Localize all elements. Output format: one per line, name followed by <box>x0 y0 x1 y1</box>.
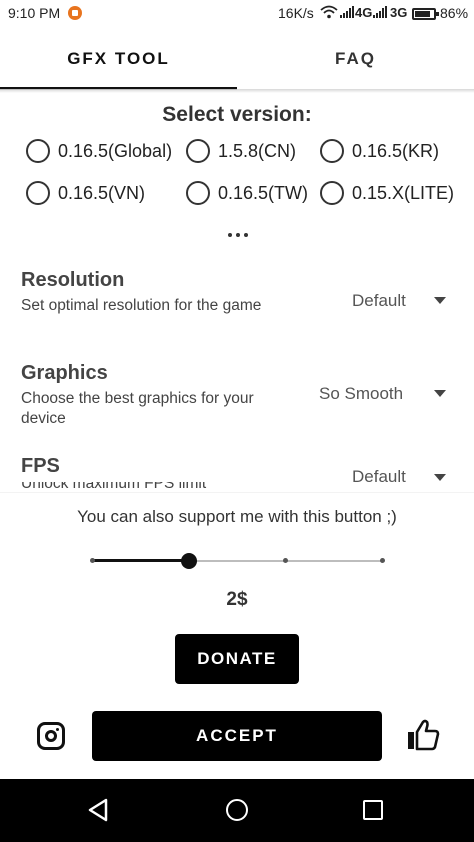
chevron-down-icon[interactable] <box>434 474 446 481</box>
radio-circle-icon <box>26 139 50 163</box>
donation-amount-slider[interactable] <box>89 550 385 572</box>
resolution-description: Set optimal resolution for the game <box>21 297 262 314</box>
graphics-description: Choose the best graphics for your device <box>21 390 254 427</box>
accept-button[interactable]: ACCEPT <box>92 711 382 761</box>
support-text: You can also support me with this button… <box>77 507 397 526</box>
status-bar: 9:10 PM 16K/s 4G 3G 86% <box>0 0 474 28</box>
tab-faq[interactable]: FAQ <box>237 28 474 90</box>
signal-icon <box>373 6 387 18</box>
fps-description-clip: Unlock maximum FPS limit <box>21 482 321 492</box>
graphics-dropdown-value[interactable]: So Smooth <box>319 384 403 404</box>
radio-version-kr[interactable]: 0.16.5(KR) <box>320 139 439 163</box>
fps-description: Unlock maximum FPS limit <box>21 482 207 492</box>
fps-title: FPS <box>21 455 60 477</box>
battery-icon <box>412 8 439 20</box>
radio-label: 0.16.5(TW) <box>218 182 309 203</box>
radio-circle-icon <box>186 139 210 163</box>
graphics-title: Graphics <box>21 362 108 384</box>
app-notification-icon <box>68 6 82 20</box>
radio-circle-icon <box>26 181 50 205</box>
radio-circle-icon <box>320 139 344 163</box>
status-net-speed: 16K/s <box>278 5 314 21</box>
donate-button[interactable]: DONATE <box>175 634 299 684</box>
recents-icon[interactable] <box>363 800 383 820</box>
radio-label: 0.15.X(LITE) <box>352 182 455 203</box>
slider-tick[interactable] <box>89 558 95 563</box>
status-time: 9:10 PM <box>8 5 61 21</box>
radio-circle-icon <box>186 181 210 205</box>
back-icon[interactable] <box>86 797 112 823</box>
status-network-1: 4G <box>355 5 373 20</box>
radio-version-tw[interactable]: 0.16.5(TW) <box>186 181 308 205</box>
donation-amount: 2$ <box>226 589 248 610</box>
fps-dropdown-value[interactable]: Default <box>352 467 406 487</box>
radio-circle-icon <box>320 181 344 205</box>
radio-label: 0.16.5(Global) <box>58 140 173 161</box>
resolution-title: Resolution <box>21 269 125 291</box>
radio-version-lite[interactable]: 0.15.X(LITE) <box>320 181 454 205</box>
signal-icon <box>340 6 354 18</box>
instagram-icon[interactable] <box>37 722 65 750</box>
radio-version-cn[interactable]: 1.5.8(CN) <box>186 139 296 163</box>
wifi-icon <box>320 5 338 19</box>
select-version-title: Select version: <box>162 103 312 126</box>
chevron-down-icon[interactable] <box>434 297 446 304</box>
tab-bar-shadow <box>0 89 474 93</box>
tab-gfx-tool[interactable]: GFX TOOL <box>0 28 237 90</box>
radio-label: 0.16.5(KR) <box>352 140 440 161</box>
chevron-down-icon[interactable] <box>434 390 446 397</box>
slider-thumb[interactable] <box>180 553 197 569</box>
slider-fill <box>92 559 189 562</box>
home-icon[interactable] <box>226 799 248 821</box>
thumbs-up-icon[interactable] <box>406 719 440 751</box>
slider-tick[interactable] <box>282 558 288 563</box>
radio-label: 1.5.8(CN) <box>218 140 297 161</box>
radio-version-global[interactable]: 0.16.5(Global) <box>26 139 172 163</box>
scroll-panel-edge <box>0 492 474 493</box>
slider-tick[interactable] <box>379 558 385 563</box>
system-nav-bar <box>0 779 474 842</box>
status-network-2: 3G <box>390 5 408 20</box>
resolution-dropdown-value[interactable]: Default <box>352 291 406 311</box>
tab-bar: GFX TOOL FAQ <box>0 28 474 90</box>
status-battery-percent: 86% <box>440 5 469 21</box>
radio-version-vn[interactable]: 0.16.5(VN) <box>26 181 145 205</box>
radio-label: 0.16.5(VN) <box>58 182 146 203</box>
more-options-icon[interactable] <box>228 233 248 239</box>
